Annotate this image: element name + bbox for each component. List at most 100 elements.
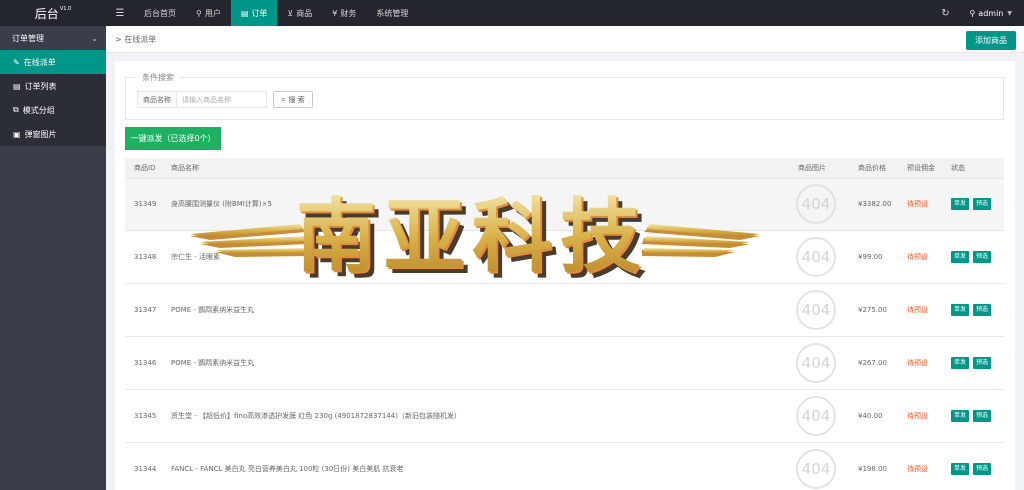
user-icon: ⚲	[196, 8, 202, 18]
cell-image: 404	[789, 336, 849, 389]
preselect-button[interactable]: 预选	[973, 198, 992, 210]
dispatch-button[interactable]: 单发	[951, 356, 970, 369]
col-price[interactable]: 商品价格	[849, 158, 898, 179]
nav-user-label: 用户	[204, 8, 221, 18]
menu-toggle-icon[interactable]: ☰	[106, 0, 134, 26]
image-placeholder: 404	[796, 395, 836, 436]
breadcrumb-current: > 在线派单	[106, 34, 156, 45]
sidebar-item-popup-image[interactable]: ▣ 弹窗图片	[0, 122, 106, 146]
table-row[interactable]: 31345 资生堂 - 【超低价】fino高效渗透护发膜 红色 230g (49…	[125, 389, 1004, 442]
dispatch-button[interactable]: 单发	[951, 198, 970, 210]
cell-name: 身高腰围测量仪 (附BMI计算)×5	[171, 200, 272, 208]
sidebar-group-order[interactable]: 订单管理 ⌄	[0, 26, 106, 50]
bulk-dispatch-button[interactable]: 一键派发（已选择0个）	[125, 127, 221, 150]
image-icon: ▣	[13, 129, 21, 139]
cell-actions: 单发 预选	[942, 283, 1004, 336]
cell-price: ¥99.00	[858, 252, 883, 261]
table-row[interactable]: 31347 POME - 鹦鹉素纳米益生丸 404 ¥275.00 待预设 单发…	[125, 283, 1004, 336]
app-logo[interactable]: 后台 V1.0	[0, 0, 106, 26]
cell-actions: 单发 预选	[942, 389, 1004, 442]
image-placeholder: 404	[796, 184, 836, 224]
cell-price: ¥267.00	[858, 358, 887, 367]
sidebar-item-label: 订单列表	[24, 81, 57, 91]
cell-name: FANCL - FANCL 美白丸 亮白营养美白丸 100粒 (30日份) 美白…	[171, 464, 404, 473]
caret-down-icon: ▼	[1007, 9, 1012, 17]
sidebar-item-order-list[interactable]: ▤ 订单列表	[0, 74, 106, 98]
search-button[interactable]: ⌕ 搜 索	[273, 91, 313, 108]
cell-image: 404	[789, 178, 849, 230]
nav-home[interactable]: 后台首页	[134, 0, 186, 26]
sidebar-item-online-dispatch[interactable]: ✎ 在线派单	[0, 50, 106, 74]
search-fieldset: 条件搜索 商品名称 ⌕ 搜 索	[125, 72, 1004, 120]
breadcrumb-separator: >	[115, 34, 122, 44]
order-icon: ▤	[240, 8, 249, 18]
col-commission[interactable]: 预设佣金	[898, 158, 942, 179]
table-row[interactable]: 31344 FANCL - FANCL 美白丸 亮白营养美白丸 100粒 (30…	[125, 442, 1004, 490]
cell-price: ¥198.00	[858, 464, 887, 473]
nav-system-label: 系统管理	[376, 8, 409, 18]
cell-id: 31345	[134, 411, 157, 420]
nav-finance[interactable]: ¥ 财务	[322, 0, 366, 26]
cell-commission: 待预设	[907, 200, 928, 208]
col-name[interactable]: 商品名称	[162, 158, 789, 179]
search-label: 商品名称	[137, 91, 177, 108]
preselect-button[interactable]: 预选	[973, 409, 992, 422]
search-icon: ⌕	[281, 94, 286, 104]
yen-icon: ¥	[332, 8, 338, 18]
cell-image: 404	[789, 389, 849, 442]
table-row[interactable]: 31348 宗仁生 - 活眼素 404 ¥99.00 待预设 单发 预选	[125, 230, 1004, 283]
admin-user-icon: ⚲	[969, 8, 976, 18]
preselect-button[interactable]: 预选	[973, 462, 992, 475]
dispatch-button[interactable]: 单发	[951, 462, 970, 475]
table-row[interactable]: 31346 POME - 鹦鹉素纳米益生丸 404 ¥267.00 待预设 单发…	[125, 336, 1004, 389]
cell-id: 31346	[134, 358, 157, 367]
cell-id: 31347	[134, 305, 157, 314]
sidebar-group-label: 订单管理	[12, 33, 44, 43]
preselect-button[interactable]: 预选	[973, 250, 992, 263]
search-input[interactable]	[177, 91, 267, 108]
cell-commission: 待预设	[907, 358, 928, 367]
table-row[interactable]: 31349 身高腰围测量仪 (附BMI计算)×5 404 ¥3382.00 待预…	[125, 178, 1004, 230]
list-icon: ▤	[13, 81, 21, 91]
chevron-down-icon: ⌄	[91, 33, 98, 43]
refresh-icon[interactable]: ↻	[925, 8, 965, 19]
cell-commission: 待预设	[907, 305, 928, 314]
dispatch-button[interactable]: 单发	[951, 250, 970, 263]
col-image[interactable]: 商品图片	[789, 158, 849, 179]
col-status[interactable]: 状态	[942, 158, 1004, 179]
sidebar-item-label: 弹窗图片	[24, 129, 57, 139]
cell-name: 资生堂 - 【超低价】fino高效渗透护发膜 红色 230g (49018728…	[171, 411, 461, 420]
cell-commission: 待预设	[907, 464, 928, 473]
cell-actions: 单发 预选	[942, 178, 1004, 230]
dispatch-button[interactable]: 单发	[951, 409, 970, 422]
edit-icon: ✎	[13, 57, 20, 67]
cell-actions: 单发 预选	[942, 442, 1004, 490]
nav-system[interactable]: 系统管理	[366, 0, 418, 26]
dispatch-button[interactable]: 单发	[951, 303, 970, 316]
cell-name: POME - 鹦鹉素纳米益生丸	[171, 305, 255, 314]
col-id[interactable]: 商品ID	[125, 158, 162, 179]
cell-price: ¥40.00	[858, 411, 883, 420]
breadcrumb: > 在线派单 添加商品	[106, 26, 1024, 53]
nav-goods[interactable]: ⊻ 商品	[277, 0, 322, 26]
image-placeholder: 404	[796, 342, 836, 383]
image-placeholder: 404	[796, 289, 836, 330]
nav-user[interactable]: ⚲ 用户	[186, 0, 231, 26]
user-menu[interactable]: ⚲ admin ▼	[965, 9, 1024, 18]
search-legend: 条件搜索	[137, 72, 179, 83]
add-goods-button[interactable]: 添加商品	[966, 31, 1016, 50]
cell-commission: 待预设	[907, 411, 928, 420]
nav-order-label: 订单	[251, 8, 268, 18]
table-header-row: 商品ID 商品名称 商品图片 商品价格 预设佣金 状态	[125, 158, 1004, 179]
sidebar: 订单管理 ⌄ ✎ 在线派单 ▤ 订单列表 ⧉ 模式分组 ▣ 弹窗图片	[0, 26, 106, 490]
preselect-button[interactable]: 预选	[973, 356, 992, 369]
nav-order[interactable]: ▤ 订单	[230, 0, 278, 26]
cell-image: 404	[789, 230, 849, 283]
nav-home-label: 后台首页	[144, 8, 176, 18]
search-button-label: 搜 索	[288, 95, 305, 104]
sidebar-item-mode-group[interactable]: ⧉ 模式分组	[0, 98, 106, 122]
image-placeholder: 404	[796, 236, 836, 277]
cell-id: 31344	[134, 464, 157, 473]
cell-image: 404	[789, 283, 849, 336]
preselect-button[interactable]: 预选	[973, 303, 992, 316]
